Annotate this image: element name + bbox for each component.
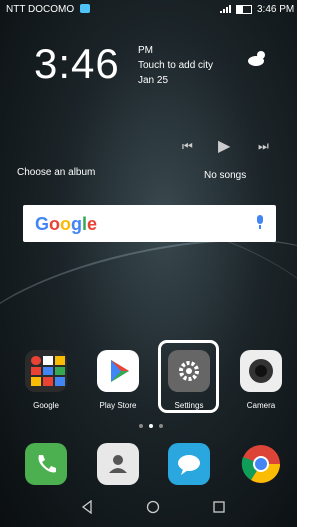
clock-date: Jan 25 bbox=[138, 75, 169, 86]
phone-icon bbox=[25, 443, 67, 485]
signal-icon bbox=[220, 5, 234, 13]
next-track-icon[interactable]: ⏭ bbox=[258, 139, 269, 154]
clock-time[interactable]: 3:46 bbox=[34, 40, 120, 88]
google-logo: Google bbox=[35, 214, 98, 234]
recents-icon[interactable] bbox=[212, 500, 226, 514]
messages-icon bbox=[168, 443, 210, 485]
contacts-icon bbox=[97, 443, 139, 485]
battery-icon bbox=[236, 5, 252, 14]
home-icon[interactable] bbox=[146, 500, 160, 514]
back-icon[interactable] bbox=[80, 500, 94, 514]
app-label: Google bbox=[33, 401, 59, 410]
dock-contacts[interactable] bbox=[88, 443, 148, 485]
app-label: Play Store bbox=[99, 401, 137, 410]
google-search-bar[interactable]: Google bbox=[23, 205, 276, 242]
weather-cloud-icon[interactable] bbox=[246, 48, 270, 68]
previous-track-icon[interactable]: ⏮ bbox=[182, 139, 193, 154]
add-city-link[interactable]: Touch to add city bbox=[138, 60, 213, 71]
page-indicator bbox=[139, 424, 163, 428]
app-camera[interactable]: Camera bbox=[231, 350, 291, 410]
app-google[interactable]: Google bbox=[16, 350, 76, 410]
home-screen: NTT DOCOMO 3:46 PM 3:46 PM Touch to add … bbox=[0, 0, 297, 527]
clock-ampm: PM bbox=[138, 45, 153, 56]
sim-icon bbox=[80, 4, 90, 13]
app-label: Camera bbox=[246, 401, 276, 410]
dock-messages[interactable] bbox=[159, 443, 219, 485]
mic-icon[interactable] bbox=[256, 215, 264, 229]
song-label: No songs bbox=[204, 170, 247, 181]
status-bar: NTT DOCOMO 3:46 PM bbox=[0, 0, 297, 18]
play-store-icon bbox=[97, 350, 139, 392]
chrome-icon bbox=[240, 443, 282, 485]
app-play-store[interactable]: Play Store bbox=[88, 350, 148, 410]
dock-chrome[interactable] bbox=[231, 443, 291, 485]
dock-phone[interactable] bbox=[16, 443, 76, 485]
status-time: 3:46 PM bbox=[257, 4, 295, 15]
play-icon[interactable]: ▶ bbox=[218, 136, 230, 156]
settings-highlight-frame bbox=[158, 340, 219, 413]
carrier-label: NTT DOCOMO bbox=[6, 4, 75, 15]
google-folder-icon bbox=[25, 350, 67, 392]
camera-icon bbox=[240, 350, 282, 392]
album-label[interactable]: Choose an album bbox=[17, 167, 95, 178]
